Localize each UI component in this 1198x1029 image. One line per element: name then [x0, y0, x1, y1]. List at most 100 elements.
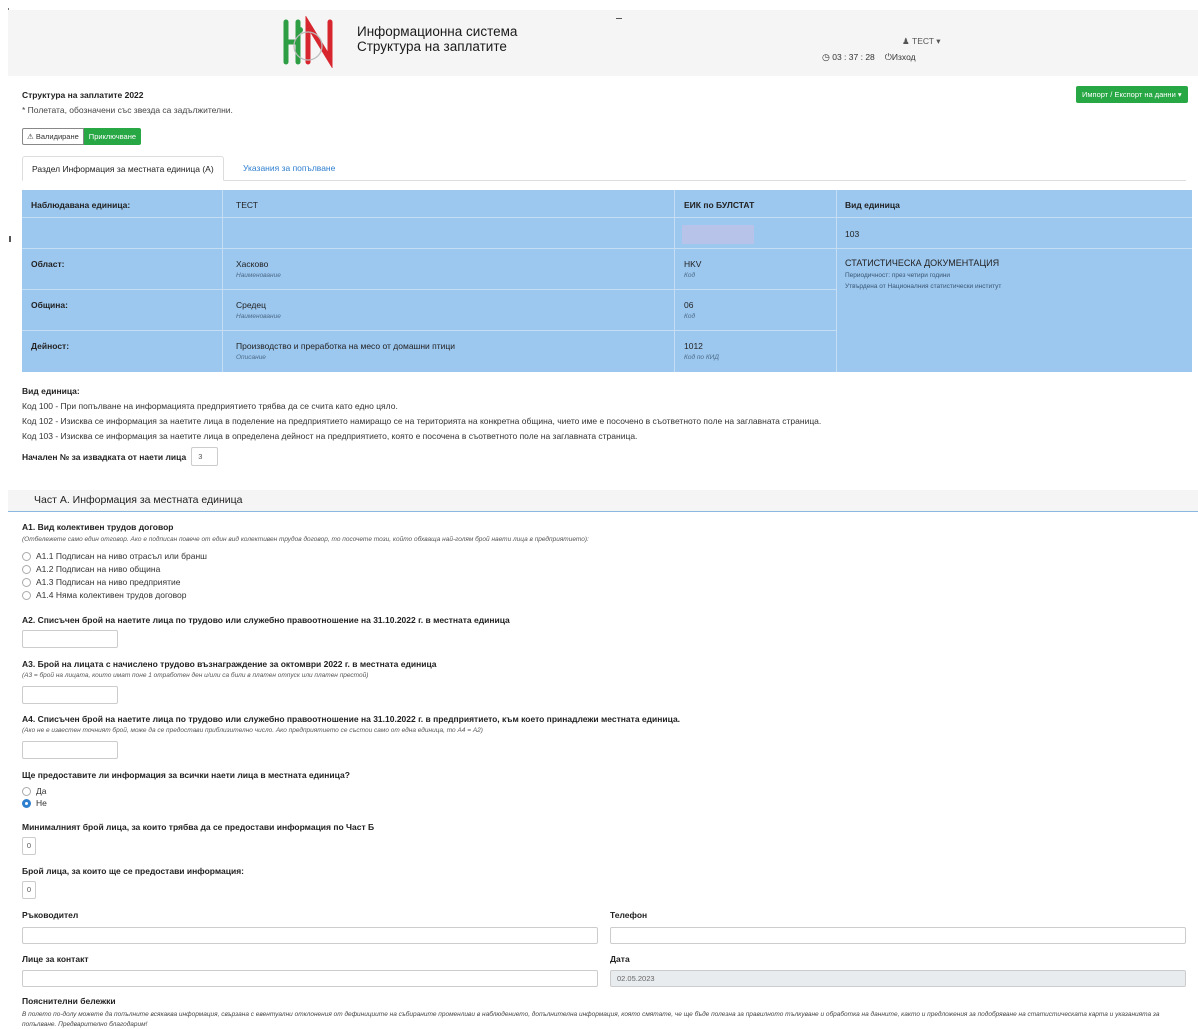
start-number-field[interactable]: 3	[191, 447, 219, 466]
radio-button[interactable]	[22, 564, 31, 574]
municipality-code-sub: Код	[684, 313, 696, 320]
region-code: HKV	[684, 259, 702, 269]
count-field: 0	[22, 881, 36, 899]
notes-description: В полето по-долу можете да попълните вся…	[22, 1011, 1160, 1028]
min-count-label: Минималният брой лица, за които трябва д…	[22, 822, 375, 832]
a3-title: А3. Брой на лицата с начислено трудово в…	[22, 659, 437, 669]
phone-label: Телефон	[610, 910, 648, 920]
municipality-sub: Наименование	[236, 313, 281, 320]
tab-local-unit[interactable]: Раздел Информация за местната единица (А…	[22, 156, 224, 181]
a1-option-1[interactable]: А1.1 Подписан на ниво отрасъл или бранш	[22, 551, 207, 561]
a2-title: А2. Списъчен брой на наетите лица по тру…	[22, 615, 510, 625]
contact-input[interactable]	[22, 970, 598, 987]
start-number-row: Начален № за извадката от наети лица 3	[22, 447, 219, 466]
a3-input[interactable]	[22, 686, 118, 704]
page-heading: Структура на заплатите 2022 * Полетата, …	[22, 90, 233, 115]
section-tabs: Раздел Информация за местната единица (А…	[22, 156, 1186, 181]
user-name: ТЕСТ	[912, 36, 934, 46]
a3-note: (А3 = брой на лицата, които имат поне 1 …	[22, 672, 369, 679]
phone-input[interactable]	[610, 927, 1186, 944]
caret-down-icon: ▾	[936, 36, 941, 46]
eik-label: ЕИК по БУЛСТАТ	[684, 200, 755, 210]
stat-doc-approved: Утвърдена от Националния статистически и…	[845, 283, 1002, 290]
a4-note: (Ако не е известен точният брой, може да…	[22, 727, 483, 734]
stat-doc-period: Периодичност: през четири години	[845, 272, 951, 279]
activity-cell: Производство и преработка на месо от дом…	[236, 341, 455, 361]
user-menu[interactable]: ♟ ТЕСТ ▾	[902, 36, 941, 47]
unit-type-label: Вид единица	[845, 200, 900, 210]
activity-value: Производство и преработка на месо от дом…	[236, 341, 456, 351]
radio-button[interactable]	[22, 590, 31, 600]
a4-input[interactable]	[22, 741, 118, 759]
radio-button[interactable]	[22, 786, 31, 796]
a4-title: А4. Списъчен брой на наетите лица по тру…	[22, 714, 681, 724]
import-export-button[interactable]: Импорт / Експорт на данни ▾	[1076, 86, 1188, 103]
table-divider	[22, 289, 836, 290]
radio-button-selected[interactable]	[22, 798, 31, 808]
legend-title: Вид единица:	[22, 386, 80, 396]
observed-unit-label: Наблюдавана единица:	[31, 200, 131, 210]
a1-option-4[interactable]: А1.4 Няма колективен трудов договор	[22, 590, 186, 600]
clock-logout-area: ◷ 03 : 37 : 28 ⏻Изход	[822, 52, 916, 63]
validate-label: Валидиране	[35, 132, 79, 141]
municipality-value: Средец	[236, 300, 266, 310]
a2-input[interactable]	[22, 630, 118, 648]
table-divider	[22, 217, 836, 218]
date-field: 02.05.2023	[610, 970, 1186, 987]
top-header: Информационна система Структура на запла…	[8, 10, 1198, 76]
import-export-label: Импорт / Експорт на данни	[1082, 90, 1176, 99]
unit-info-table: Наблюдавана единица: ТЕСТ ЕИК по БУЛСТАТ…	[22, 190, 1192, 372]
finish-button[interactable]: Приключване	[83, 128, 142, 145]
stat-doc-title: СТАТИСТИЧЕСКА ДОКУМЕНТАЦИЯ	[845, 258, 1000, 268]
region-sub: Наименование	[236, 272, 281, 279]
a1-option-label: А1.2 Подписан на ниво община	[36, 564, 161, 574]
activity-label: Дейност:	[31, 341, 70, 351]
legend-line: Код 103 - Изисква се информация за наети…	[22, 431, 638, 441]
manager-label: Ръководител	[22, 910, 79, 920]
system-title-line2: Структура на заплатите	[357, 39, 507, 54]
system-title-line1: Информационна система	[357, 24, 518, 39]
observed-unit-value: ТЕСТ	[236, 200, 258, 210]
radio-button[interactable]	[22, 577, 31, 587]
activity-sub: Описание	[236, 354, 266, 361]
system-title: Информационна система Структура на запла…	[357, 24, 517, 54]
municipality-code-cell: 06 Код	[684, 300, 695, 320]
validate-button[interactable]: ⚠ Валидиране	[22, 128, 84, 145]
date-label: Дата	[610, 954, 630, 964]
start-number-label: Начален № за извадката от наети лица	[22, 451, 187, 462]
table-divider	[674, 190, 675, 372]
manager-input[interactable]	[22, 927, 598, 944]
a1-option-label: А1.3 Подписан на ниво предприятие	[36, 577, 181, 587]
warning-icon: ⚠	[27, 132, 34, 141]
a1-option-2[interactable]: А1.2 Подписан на ниво община	[22, 564, 160, 574]
activity-code-sub: Код по КИД	[684, 354, 719, 361]
region-label: Област:	[31, 259, 65, 269]
header-mark	[616, 18, 622, 19]
required-note: * Полетата, обозначени със звезда са зад…	[22, 105, 233, 115]
caret-down-icon: ▾	[1177, 90, 1182, 99]
unit-type-legend: Вид единица: Код 100 - При попълване на …	[22, 384, 821, 444]
nsi-logo-icon	[283, 16, 333, 68]
all-employees-yes[interactable]: Да	[22, 786, 46, 796]
clock-icon: ◷	[822, 52, 830, 62]
table-divider	[836, 217, 1192, 218]
no-label: Не	[36, 798, 47, 808]
tab-instructions[interactable]: Указания за попълване	[234, 156, 344, 181]
region-code-sub: Код	[684, 272, 696, 279]
logout-link[interactable]: ⏻Изход	[885, 52, 916, 63]
all-employees-no[interactable]: Не	[22, 798, 47, 808]
legend-line: Код 102 - Изисква се информация за наети…	[22, 416, 822, 426]
municipality-code: 06	[684, 300, 694, 310]
unit-type-value: 103	[845, 229, 860, 239]
session-clock: ◷ 03 : 37 : 28	[822, 52, 875, 63]
table-divider	[22, 248, 1192, 249]
power-icon: ⏻	[884, 52, 892, 62]
contact-label: Лице за контакт	[22, 954, 89, 964]
activity-code: 1012	[684, 341, 703, 351]
radio-button[interactable]	[22, 551, 31, 561]
stat-doc-cell: СТАТИСТИЧЕСКА ДОКУМЕНТАЦИЯ Периодичност:…	[845, 258, 1001, 290]
session-clock-time: 03 : 37 : 28	[832, 52, 875, 62]
side-mark	[9, 236, 11, 242]
a1-option-3[interactable]: А1.3 Подписан на ниво предприятие	[22, 577, 180, 587]
table-divider	[222, 190, 223, 372]
